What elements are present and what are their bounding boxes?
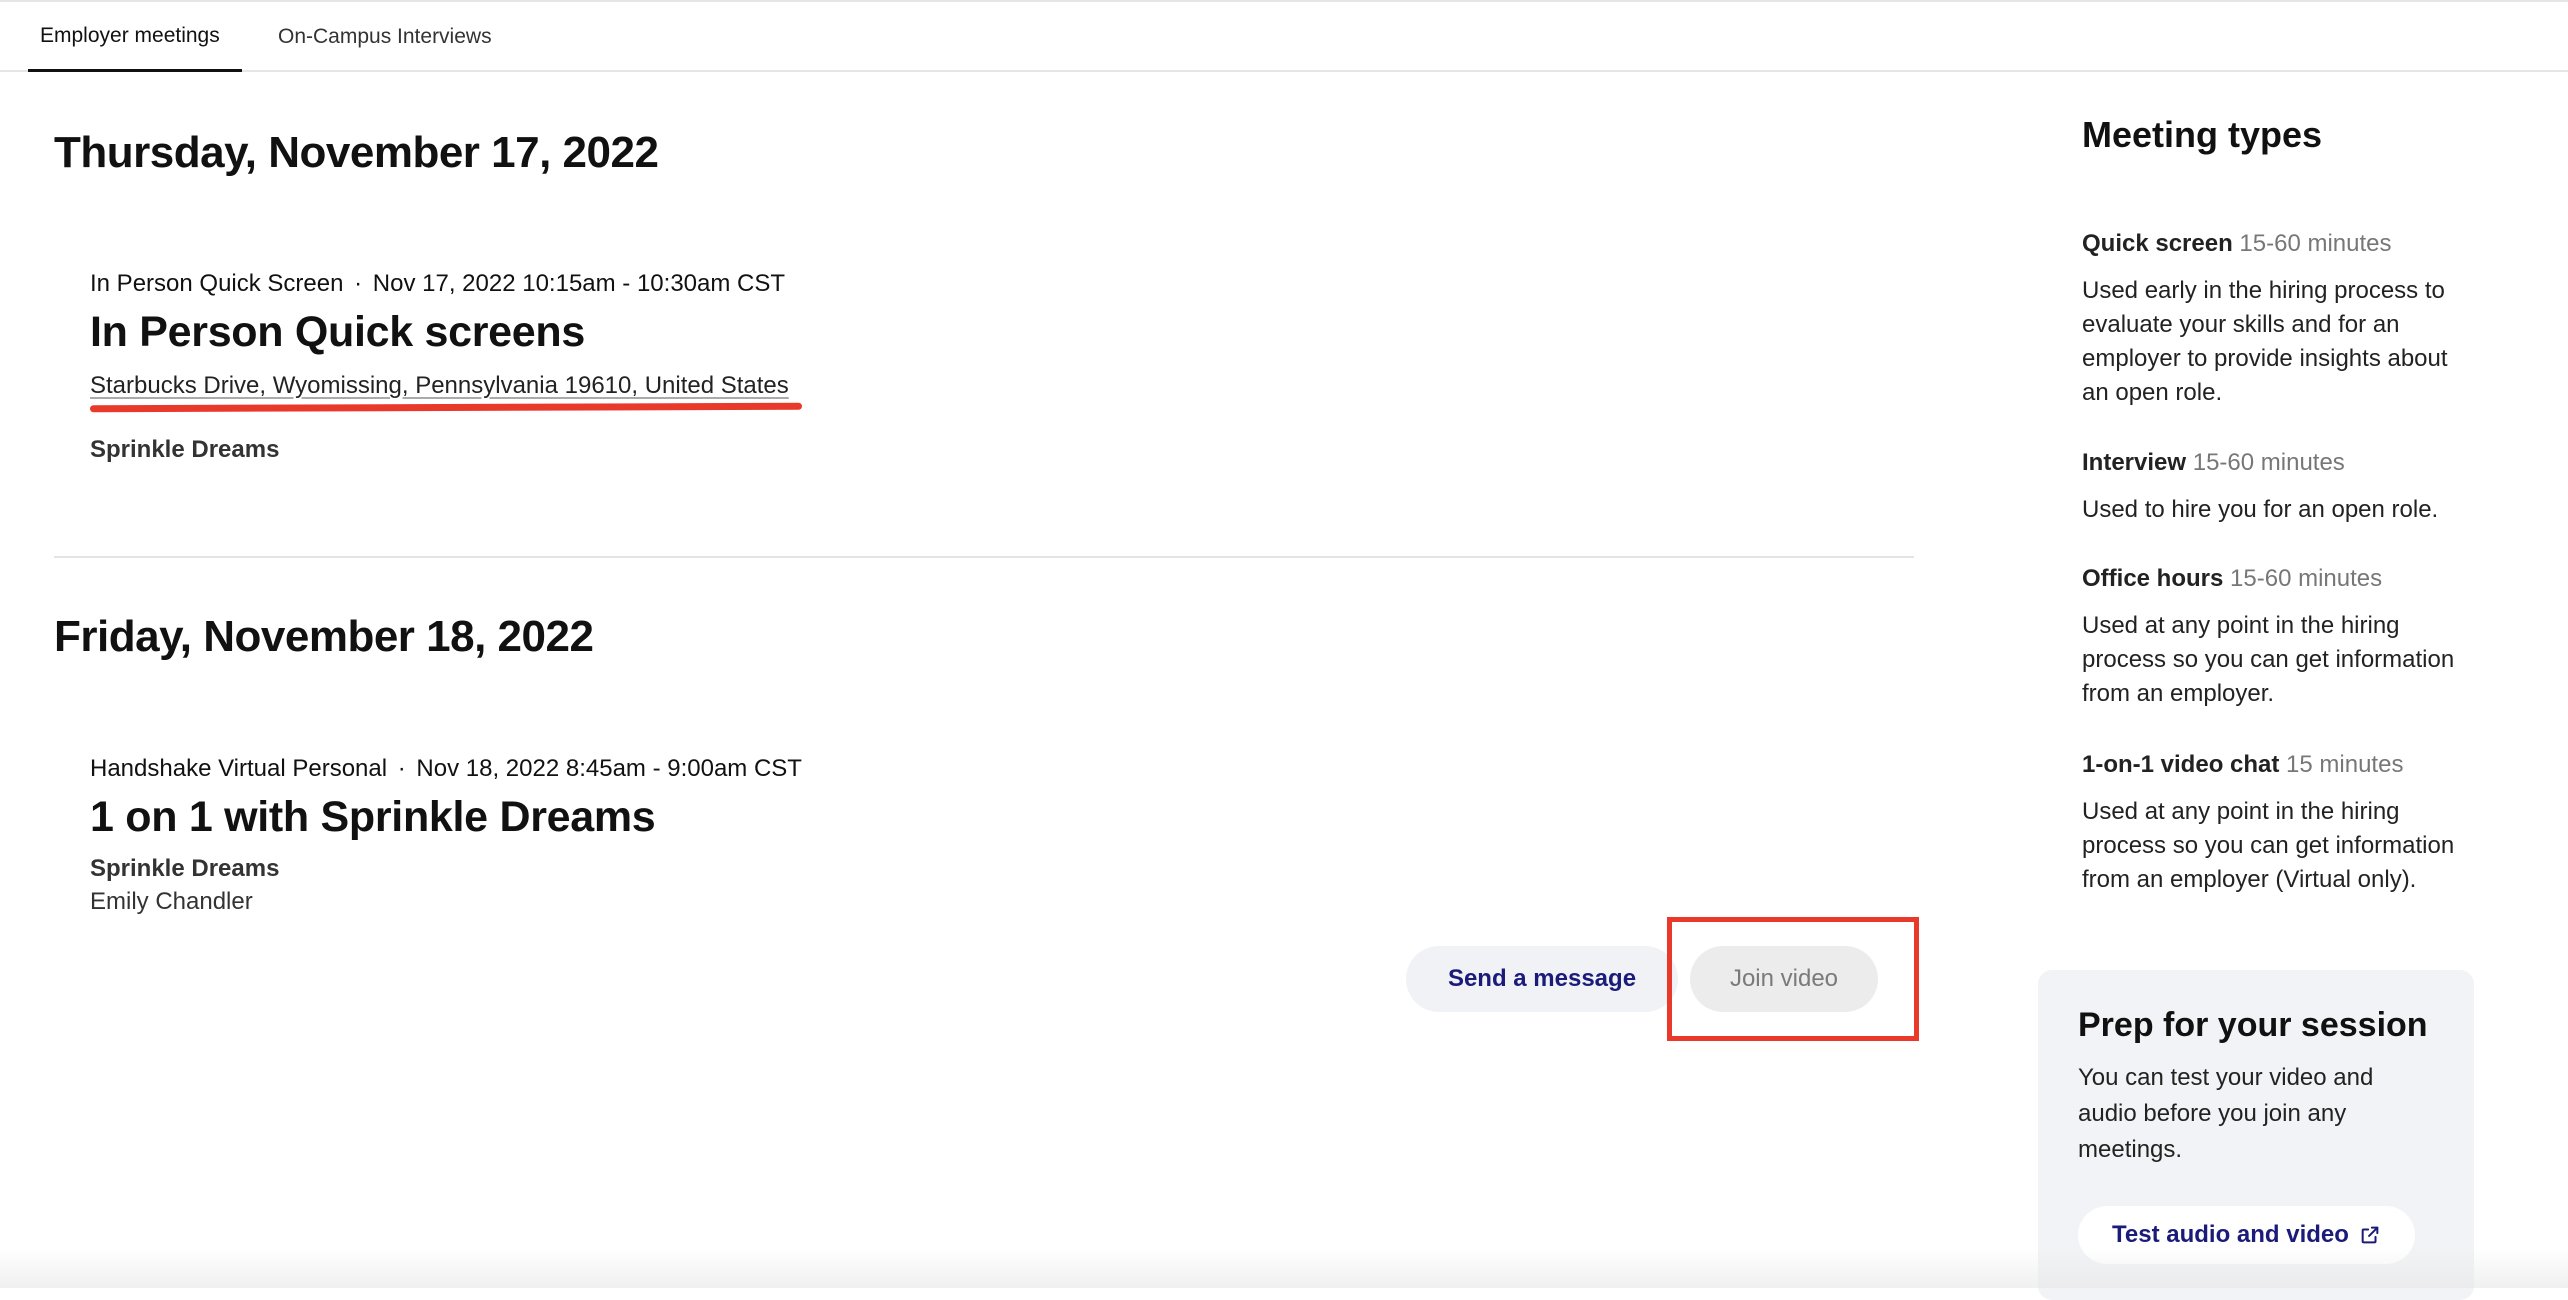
day-heading: Friday, November 18, 2022: [54, 612, 594, 661]
meeting-type-description: Used at any point in the hiring process …: [2082, 612, 2455, 707]
separator-dot: ·: [397, 755, 406, 782]
meeting-type-interview: Interview 15-60 minutes: [2082, 449, 2345, 477]
section-divider: [54, 556, 1914, 558]
test-audio-video-label: Test audio and video: [2112, 1221, 2349, 1248]
employer-name: Sprinkle Dreams: [90, 855, 280, 882]
meeting-title[interactable]: 1 on 1 with Sprinkle Dreams: [90, 793, 656, 842]
bottom-scroll-shadow: [0, 1248, 2568, 1288]
meeting-type-description: Used at any point in the hiring process …: [2082, 798, 2455, 893]
meeting-type-duration: 15-60 minutes: [2239, 230, 2392, 257]
meeting-title[interactable]: In Person Quick screens: [90, 308, 585, 357]
tab-bar: Employer meetings On-Campus Interviews: [0, 0, 2568, 72]
contact-name: Emily Chandler: [90, 888, 253, 915]
annotation-underline: [89, 402, 803, 413]
day-heading: Thursday, November 17, 2022: [54, 128, 659, 177]
meeting-type: Handshake Virtual Personal: [90, 755, 388, 782]
meeting-type-duration: 15-60 minutes: [2192, 449, 2345, 476]
meeting-type-quick-screen: Quick screen 15-60 minutes: [2082, 230, 2392, 258]
prep-description: You can test your video and audio before…: [2078, 1064, 2374, 1163]
separator-dot: ·: [354, 270, 363, 297]
meeting-type-duration: 15 minutes: [2286, 751, 2404, 778]
meeting-time: Nov 18, 2022 8:45am - 9:00am CST: [416, 755, 802, 782]
meeting-type-name: 1-on-1 video chat: [2082, 751, 2280, 778]
employer-name: Sprinkle Dreams: [90, 436, 280, 463]
meeting-type-description: Used to hire you for an open role.: [2082, 496, 2439, 523]
meeting-type-name: Office hours: [2082, 565, 2224, 592]
meeting-type-video-chat: 1-on-1 video chat 15 minutes: [2082, 751, 2403, 779]
tab-employer-meetings[interactable]: Employer meetings: [28, 2, 242, 72]
meeting-types-heading: Meeting types: [2082, 114, 2323, 155]
send-message-button[interactable]: Send a message: [1406, 946, 1678, 1012]
meeting-type-office-hours: Office hours 15-60 minutes: [2082, 565, 2382, 593]
meeting-type-name: Quick screen: [2082, 230, 2233, 257]
meeting-meta: Handshake Virtual Personal · Nov 18, 202…: [90, 755, 802, 783]
meeting-type: In Person Quick Screen: [90, 270, 344, 297]
tab-on-campus-interviews[interactable]: On-Campus Interviews: [278, 2, 492, 72]
meeting-type-duration: 15-60 minutes: [2230, 565, 2383, 592]
meeting-meta: In Person Quick Screen · Nov 17, 2022 10…: [90, 270, 785, 298]
meeting-type-name: Interview: [2082, 449, 2187, 476]
external-link-icon: [2359, 1224, 2381, 1246]
meeting-address-link[interactable]: Starbucks Drive, Wyomissing, Pennsylvani…: [90, 372, 789, 400]
meeting-time: Nov 17, 2022 10:15am - 10:30am CST: [372, 270, 786, 297]
prep-title: Prep for your session: [2078, 1006, 2428, 1044]
meeting-type-description: Used early in the hiring process to eval…: [2082, 277, 2448, 406]
annotation-highlight-box: [1667, 917, 1919, 1041]
